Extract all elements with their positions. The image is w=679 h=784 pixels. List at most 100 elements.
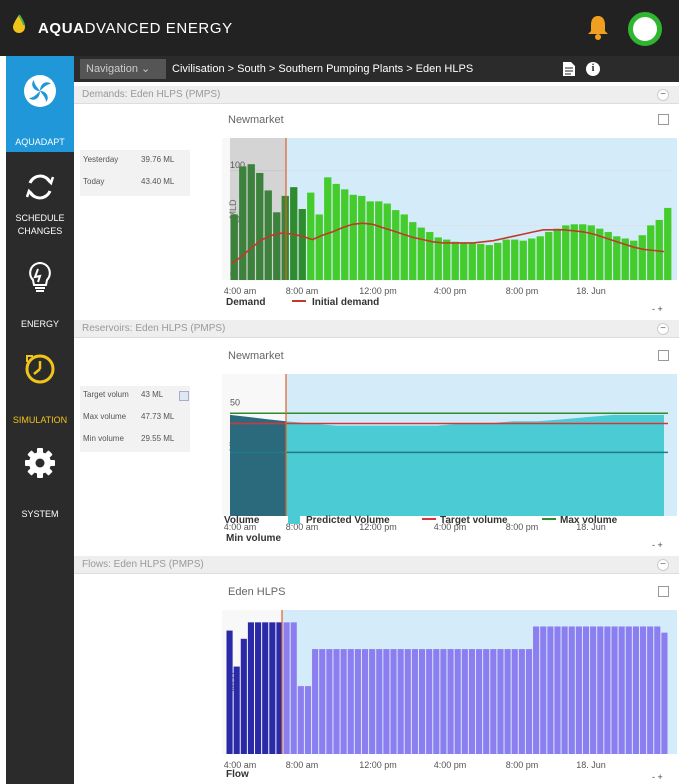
legend-min-volume: Min volume	[226, 533, 281, 544]
flow-bar	[319, 649, 325, 754]
flow-bar	[640, 626, 646, 754]
edit-icon[interactable]	[179, 391, 189, 401]
x-tick-label: 18. Jun	[576, 760, 606, 770]
flow-bar	[583, 626, 589, 754]
sidebar-item-simulation[interactable]: SIMULATION	[6, 346, 74, 430]
flow-bar	[433, 649, 439, 754]
app-title: AQUADVANCED ENERGY	[38, 20, 233, 37]
status-indicator[interactable]	[628, 12, 662, 46]
legend-target-volume: Target volume	[440, 515, 508, 526]
flow-bar	[241, 639, 247, 754]
reservoir-zoom-controls[interactable]: - +	[652, 540, 663, 550]
demand-zoom-controls[interactable]: - +	[652, 304, 663, 314]
demand-bar	[299, 209, 306, 280]
sidebar-item-energy[interactable]: ENERGY	[6, 252, 74, 336]
legend-flow: Flow	[226, 769, 249, 780]
flow-bar	[383, 649, 389, 754]
demand-bar	[528, 238, 535, 280]
sidebar-item-system[interactable]: SYSTEM	[6, 442, 74, 526]
sidebar-item-schedule-changes[interactable]: SCHEDULE CHANGES	[6, 164, 74, 244]
demand-bar	[452, 242, 459, 280]
flow-bar	[262, 622, 268, 754]
flow-zoom-controls[interactable]: - +	[652, 772, 663, 782]
navigation-dropdown[interactable]: Navigation ⌄	[80, 59, 166, 79]
demand-bar	[554, 229, 561, 280]
sidebar-label-system: SYSTEM	[6, 508, 74, 521]
sidebar-item-aquadapt[interactable]: AQUADAPT	[6, 56, 74, 152]
logo-drop-icon	[12, 14, 26, 34]
flow-bar	[305, 686, 311, 754]
y-tick-label: 50	[230, 397, 240, 407]
demand-bar	[435, 237, 442, 280]
flow-chart[interactable]: MLD4:00 am8:00 am12:00 pm4:00 pm8:00 pm1…	[222, 582, 677, 784]
flow-bar	[455, 649, 461, 754]
flow-bar	[505, 649, 511, 754]
collapse-flows-button[interactable]: −	[657, 559, 669, 571]
document-icon[interactable]	[563, 62, 575, 76]
demand-bar	[418, 228, 425, 280]
demand-bar	[358, 196, 365, 280]
demand-bar	[460, 243, 467, 280]
demand-bar	[341, 189, 348, 280]
gear-icon	[23, 446, 57, 480]
demand-bar	[375, 201, 382, 280]
demand-bar	[494, 243, 501, 280]
demand-bar	[409, 222, 416, 280]
x-tick-label: 4:00 am	[224, 286, 257, 296]
x-tick-label: 8:00 pm	[506, 760, 539, 770]
flow-bar	[412, 649, 418, 754]
breadcrumb[interactable]: Civilisation > South > Southern Pumping …	[172, 63, 473, 75]
flow-bar	[248, 622, 254, 754]
demand-bar	[537, 236, 544, 280]
flow-bar	[291, 622, 297, 754]
x-tick-label: 4:00 pm	[434, 760, 467, 770]
x-tick-label: 8:00 am	[286, 286, 319, 296]
x-tick-label: 8:00 pm	[506, 286, 539, 296]
flow-bar	[426, 649, 432, 754]
x-tick-label: 8:00 pm	[506, 522, 539, 532]
collapse-demands-button[interactable]: −	[657, 89, 669, 101]
reservoirs-section-header: Reservoirs: Eden HLPS (PMPS) −	[74, 320, 679, 338]
demand-bar	[486, 245, 493, 280]
flow-bar	[619, 626, 625, 754]
sidebar: AQUADAPT SCHEDULE CHANGES ENERGY SIMULAT…	[6, 56, 74, 784]
flow-bar	[526, 649, 532, 754]
flow-bar	[284, 622, 290, 754]
flow-bar	[469, 649, 475, 754]
demand-bar	[639, 235, 646, 280]
flow-bar	[390, 649, 396, 754]
legend-volume: Volume	[224, 515, 260, 526]
demand-bar	[511, 240, 518, 280]
flow-bar	[554, 626, 560, 754]
today-row: Today43.40 ML	[83, 177, 104, 186]
flow-bar	[533, 626, 539, 754]
lightbulb-icon	[23, 260, 57, 294]
demand-bar	[664, 208, 671, 280]
demand-bar	[469, 243, 476, 280]
predicted-volume-area	[286, 415, 664, 516]
bell-icon[interactable]	[586, 14, 610, 40]
flow-bar	[497, 649, 503, 754]
flow-bar	[483, 649, 489, 754]
demand-bar	[392, 210, 399, 280]
flow-bar	[376, 649, 382, 754]
flow-bar	[547, 626, 553, 754]
sidebar-label-changes: CHANGES	[6, 225, 74, 238]
top-bar: AQUADVANCED ENERGY	[0, 0, 679, 56]
flows-section-title: Flows: Eden HLPS (PMPS)	[82, 559, 204, 570]
demand-bar	[477, 244, 484, 280]
x-tick-label: 4:00 pm	[434, 286, 467, 296]
demand-bar	[647, 225, 654, 280]
flow-bar	[626, 626, 632, 754]
flow-bar	[448, 649, 454, 754]
collapse-reservoirs-button[interactable]: −	[657, 323, 669, 335]
reservoir-chart[interactable]: ML4:00 am8:00 am12:00 pm4:00 pm8:00 pm18…	[222, 346, 677, 552]
demand-bar	[367, 201, 374, 280]
demand-chart[interactable]: MLD4:00 am8:00 am12:00 pm4:00 pm8:00 pm1…	[222, 110, 677, 316]
chevron-down-icon: ⌄	[141, 63, 150, 75]
flow-bar	[512, 649, 518, 754]
info-icon[interactable]: i	[586, 62, 600, 76]
flow-bar	[633, 626, 639, 754]
legend-predicted-volume-swatch	[288, 514, 300, 524]
legend-predicted-volume: Predicted Volume	[306, 515, 390, 526]
